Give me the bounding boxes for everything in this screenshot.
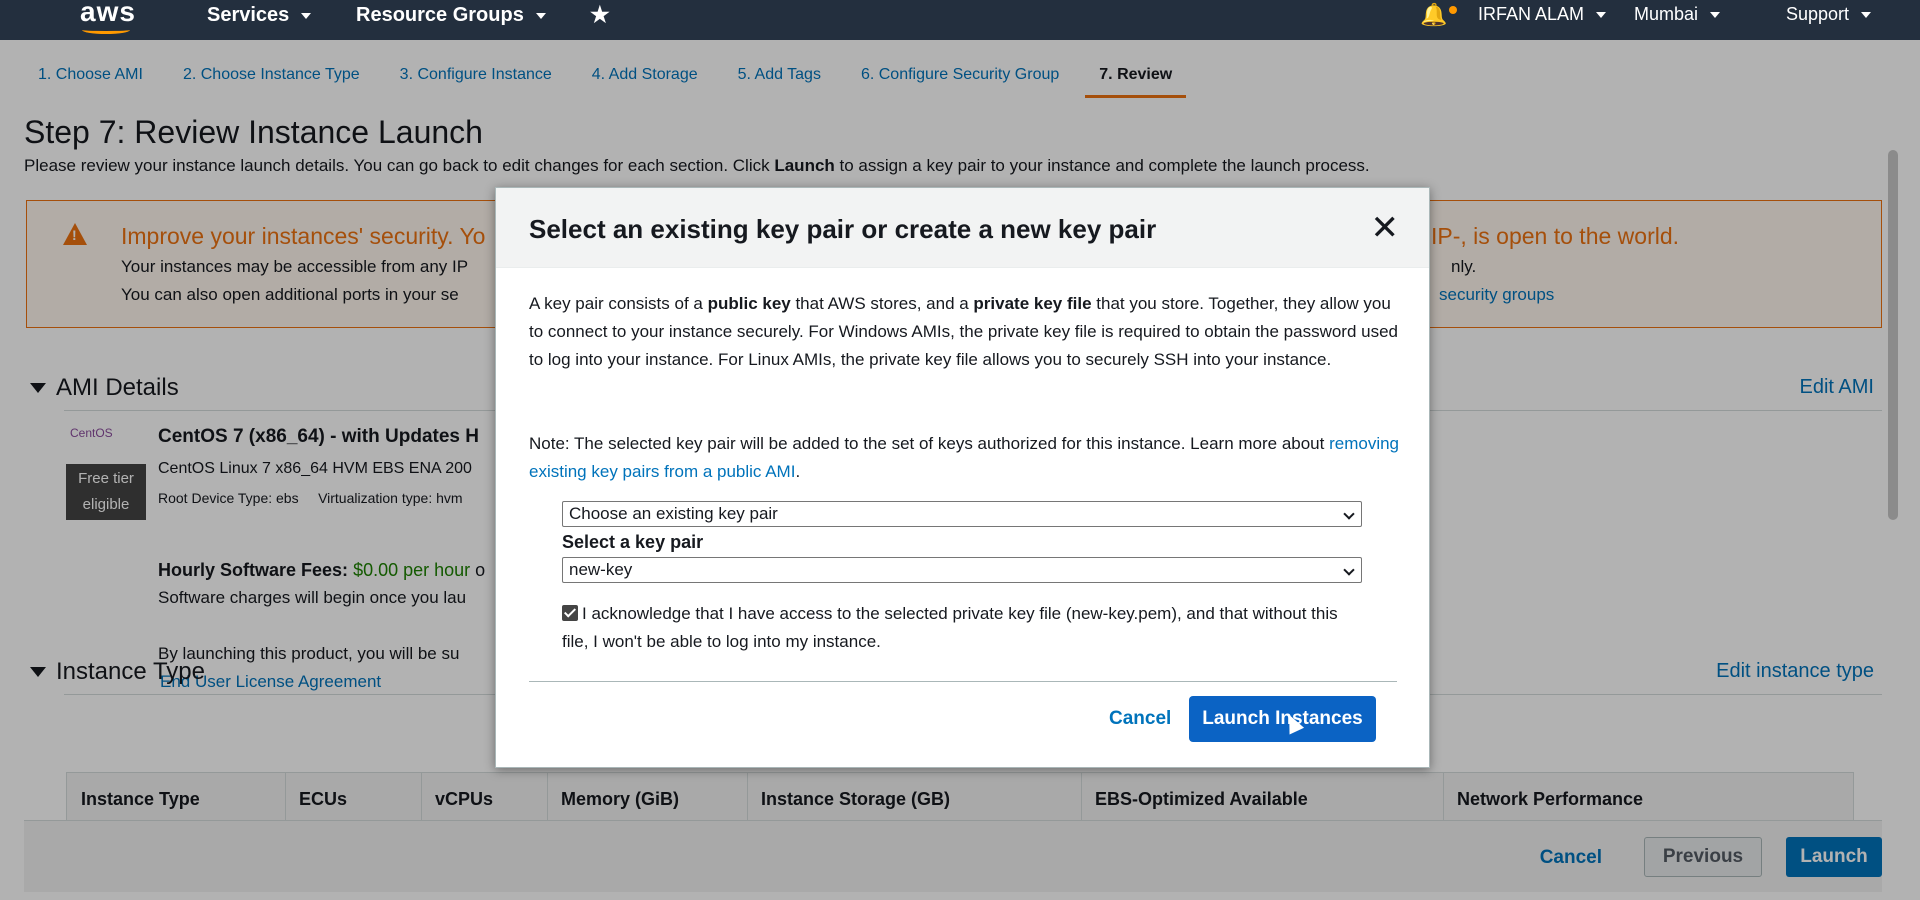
dialog-title: Select an existing key pair or create a … <box>529 214 1157 244</box>
region-menu[interactable]: Mumbai <box>1634 4 1721 25</box>
select-value: new-key <box>569 560 633 579</box>
chevron-down-icon <box>1343 564 1355 576</box>
key-pair-dialog: Select an existing key pair or create a … <box>495 187 1430 768</box>
chevron-down-icon <box>1861 11 1872 18</box>
pin-icon[interactable]: ★ <box>590 2 610 28</box>
aws-logo-text: aws <box>80 0 136 27</box>
resource-groups-label: Resource Groups <box>356 4 524 26</box>
acknowledge-checkbox[interactable] <box>562 605 578 621</box>
key-pair-select[interactable]: new-key <box>562 557 1362 583</box>
key-pair-note: Note: The selected key pair will be adde… <box>529 430 1399 486</box>
acknowledge-text: I acknowledge that I have access to the … <box>562 604 1338 651</box>
support-label: Support <box>1786 4 1850 24</box>
key-pair-label: Select a key pair <box>562 532 704 552</box>
key-pair-explanation: A key pair consists of a public key that… <box>529 290 1399 374</box>
region-label: Mumbai <box>1634 4 1699 24</box>
resource-groups-menu[interactable]: Resource Groups <box>356 4 546 27</box>
select-value: Choose an existing key pair <box>569 504 778 523</box>
aws-smile-icon <box>82 26 130 34</box>
services-label: Services <box>207 4 290 26</box>
bell-icon[interactable]: 🔔 <box>1420 2 1458 28</box>
acknowledge-row: I acknowledge that I have access to the … <box>562 600 1362 656</box>
text: . <box>795 462 801 481</box>
services-menu[interactable]: Services <box>207 4 312 27</box>
user-label: IRFAN ALAM <box>1478 4 1585 24</box>
chevron-down-icon <box>301 12 312 19</box>
chevron-down-icon <box>1596 11 1607 18</box>
text-bold: private key file <box>973 294 1092 313</box>
text-bold: public key <box>707 294 791 313</box>
close-icon[interactable]: ✕ <box>1371 208 1400 248</box>
text: A key pair consists of a <box>529 294 708 313</box>
text: Note: The selected key pair will be adde… <box>529 434 1330 453</box>
support-menu[interactable]: Support <box>1786 4 1872 25</box>
top-nav: aws Services Resource Groups ★ 🔔 IRFAN A… <box>0 0 1920 40</box>
dialog-cancel-button[interactable]: Cancel <box>1109 708 1171 730</box>
chevron-down-icon <box>535 12 546 19</box>
chevron-down-icon <box>1343 508 1355 520</box>
user-menu[interactable]: IRFAN ALAM <box>1478 4 1607 25</box>
chevron-down-icon <box>1710 11 1721 18</box>
divider <box>529 681 1397 682</box>
dialog-header: Select an existing key pair or create a … <box>496 188 1429 268</box>
notification-dot <box>1449 6 1458 14</box>
text: that AWS stores, and a <box>790 294 974 313</box>
aws-logo[interactable]: aws <box>80 0 136 34</box>
key-pair-mode-select[interactable]: Choose an existing key pair <box>562 501 1362 527</box>
